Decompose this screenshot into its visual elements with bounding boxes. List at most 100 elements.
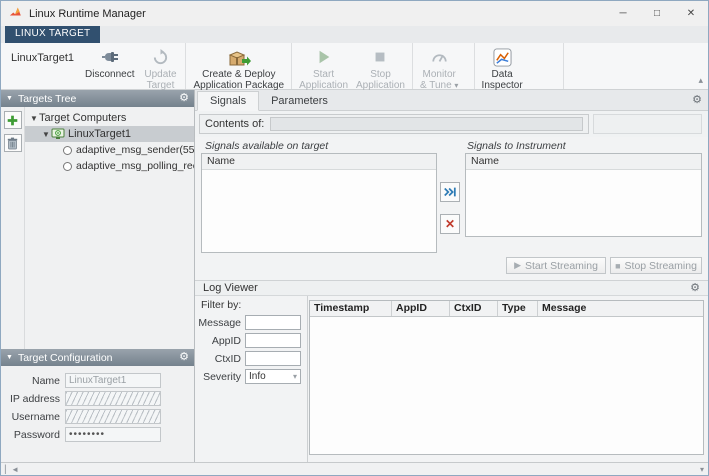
target-configuration-gear-icon[interactable]: ⚙ — [179, 352, 189, 363]
column-message[interactable]: Message — [538, 301, 703, 316]
remove-x-icon: ✕ — [445, 217, 455, 231]
start-streaming-button[interactable]: ▶ Start Streaming — [506, 257, 606, 274]
log-table-header: Timestamp AppID CtxID Type Message — [310, 301, 703, 317]
message-filter-input[interactable] — [245, 315, 301, 330]
disconnect-button[interactable]: Disconnect — [81, 43, 138, 92]
tab-parameters[interactable]: Parameters — [259, 92, 340, 110]
expander-icon[interactable]: ▼ — [41, 130, 51, 139]
matlab-app-icon — [9, 5, 23, 22]
expander-icon[interactable]: ▼ — [29, 114, 39, 123]
group-run-on-target: Start Application Stop Application RUN O… — [292, 43, 413, 89]
target-configuration-title: Target Configuration — [18, 352, 113, 364]
filter-row-severity: Severity Info ▾ — [195, 369, 305, 384]
contents-of-row: Contents of: — [195, 111, 708, 137]
password-field[interactable]: •••••••• — [65, 427, 161, 442]
severity-dropdown[interactable]: Info ▾ — [245, 369, 301, 384]
filter-row-appid: AppID — [195, 333, 305, 348]
log-filter-form: Message AppID CtxID Severity Info ▾ — [195, 315, 305, 387]
filter-table-divider — [307, 296, 308, 462]
log-table[interactable]: Timestamp AppID CtxID Type Message — [309, 300, 704, 455]
column-type[interactable]: Type — [498, 301, 538, 316]
ip-address-field[interactable] — [65, 391, 161, 406]
add-to-instrument-button[interactable] — [440, 182, 460, 202]
log-viewer-title: Log Viewer — [203, 282, 258, 294]
close-icon[interactable]: ✕ — [674, 1, 708, 26]
create-deploy-package-button[interactable]: Create & Deploy Application Package — [189, 43, 288, 92]
trash-icon — [7, 137, 18, 150]
stop-streaming-button[interactable]: ■ Stop Streaming — [610, 257, 702, 274]
target-computer-icon — [51, 128, 65, 140]
data-inspector-button[interactable]: Data Inspector — [478, 43, 527, 92]
dock-left-icon[interactable]: ▏◄ — [5, 465, 19, 474]
name-field[interactable]: LinuxTarget1 — [65, 373, 161, 388]
add-target-button[interactable] — [4, 111, 22, 129]
targets-tree-area: ▼ Target Computers ▼ — [1, 107, 194, 349]
target-configuration-header: ▼ Target Configuration ⚙ — [1, 349, 194, 366]
plus-icon — [7, 115, 18, 126]
name-column-header[interactable]: Name — [466, 154, 701, 170]
package-icon — [227, 46, 251, 68]
monitor-tune-button[interactable]: Monitor & Tune ▾ — [416, 43, 463, 92]
update-target-button[interactable]: Update Target — [138, 43, 182, 92]
signals-available-list[interactable]: Name — [201, 153, 437, 253]
column-ctxid[interactable]: CtxID — [450, 301, 498, 316]
column-timestamp[interactable]: Timestamp — [310, 301, 392, 316]
remove-from-instrument-button[interactable]: ✕ — [440, 214, 460, 234]
left-panel: ▼ Targets Tree ⚙ — [1, 90, 195, 462]
view-tabs: Signals Parameters ⚙ — [195, 90, 708, 111]
collapse-ribbon-icon[interactable]: ▴ — [698, 75, 703, 86]
appid-label: AppID — [195, 335, 241, 347]
plug-icon — [101, 46, 119, 68]
maximize-icon[interactable]: □ — [640, 1, 674, 26]
collapse-panel-icon[interactable]: ▼ — [6, 354, 13, 361]
linux-runtime-manager-window: Linux Runtime Manager ─ □ ✕ LINUX TARGET… — [0, 0, 709, 476]
tree-node-application[interactable]: adaptive_msg_sender(5586) — [25, 142, 194, 158]
target-selector[interactable]: LinuxTarget1 — [4, 52, 81, 92]
log-viewer-gear-icon[interactable]: ⚙ — [690, 283, 700, 294]
data-inspector-icon — [493, 46, 512, 68]
stop-application-button[interactable]: Stop Application — [352, 43, 409, 92]
column-appid[interactable]: AppID — [392, 301, 450, 316]
tree-node-linuxtarget1[interactable]: ▼ LinuxTarget1 — [25, 126, 194, 142]
status-bar: ▏◄ ▾ — [1, 462, 708, 475]
minimize-icon[interactable]: ─ — [606, 1, 640, 26]
signals-panel-gear-icon[interactable]: ⚙ — [692, 95, 702, 106]
dropdown-caret-icon: ▾ — [293, 372, 297, 381]
collapse-panel-icon[interactable]: ▼ — [6, 95, 13, 102]
signals-to-instrument-list[interactable]: Name — [465, 153, 702, 237]
name-column-header[interactable]: Name — [202, 154, 436, 170]
appid-filter-input[interactable] — [245, 333, 301, 348]
tree-toolbar — [1, 107, 25, 349]
filter-by-label: Filter by: — [201, 299, 241, 311]
ribbon-toolbar: LinuxTarget1 Disconnect — [1, 43, 708, 90]
tree-node-application[interactable]: adaptive_msg_polling_receiver(1791) — [25, 158, 194, 174]
window-controls: ─ □ ✕ — [606, 1, 708, 26]
severity-label: Severity — [195, 371, 241, 383]
targets-tree-gear-icon[interactable]: ⚙ — [179, 93, 189, 104]
username-field[interactable] — [65, 409, 161, 424]
resize-grip-icon[interactable]: ▾ — [700, 465, 704, 474]
targets-tree: ▼ Target Computers ▼ — [25, 107, 194, 349]
targets-tree-header: ▼ Targets Tree ⚙ — [1, 90, 194, 107]
target-configuration-form: Name LinuxTarget1 IP address Username Pa… — [1, 366, 194, 445]
contents-of-input[interactable] — [270, 117, 583, 131]
tree-node-target-computers[interactable]: ▼ Target Computers — [25, 110, 194, 126]
tab-linux-target[interactable]: LINUX TARGET — [5, 26, 100, 43]
password-label: Password — [5, 429, 60, 441]
stop-streaming-icon: ■ — [615, 261, 620, 271]
config-row-password: Password •••••••• — [5, 427, 188, 442]
start-application-button[interactable]: Start Application — [295, 43, 352, 92]
tab-signals[interactable]: Signals — [197, 91, 259, 111]
right-panel: Signals Parameters ⚙ Contents of: Signal… — [195, 90, 708, 462]
username-label: Username — [5, 411, 60, 423]
config-row-username: Username — [5, 409, 188, 424]
stop-icon — [372, 46, 388, 68]
ctxid-filter-input[interactable] — [245, 351, 301, 366]
group-connect-to-target: LinuxTarget1 Disconnect — [1, 43, 186, 89]
group-calibrate: Monitor & Tune ▾ CALIBRATE — [413, 43, 475, 89]
app-status-icon — [63, 146, 72, 155]
window-title: Linux Runtime Manager — [29, 8, 146, 20]
signals-to-instrument-label: Signals to Instrument — [467, 140, 566, 152]
ctxid-label: CtxID — [195, 353, 241, 365]
delete-target-button[interactable] — [4, 134, 22, 152]
